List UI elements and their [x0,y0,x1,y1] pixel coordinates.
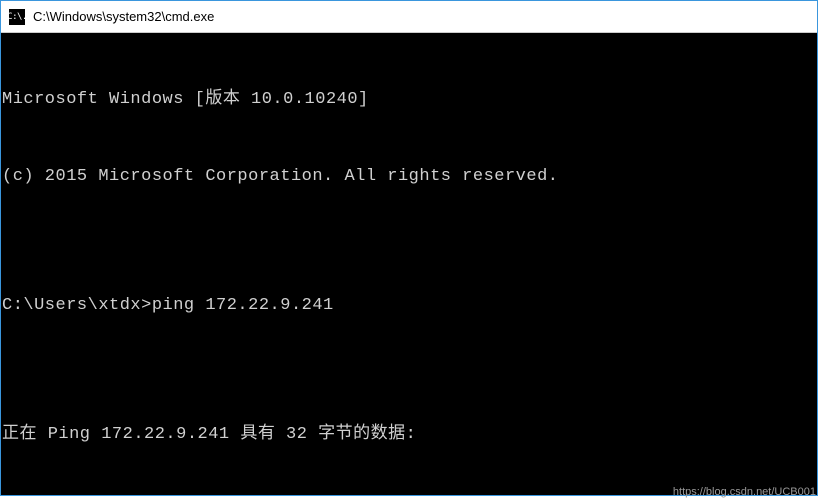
cmd-icon: C:\. [9,9,25,25]
cmd-window: C:\. C:\Windows\system32\cmd.exe Microso… [0,0,818,496]
terminal-line: C:\Users\xtdx>ping 172.22.9.241 [2,293,816,319]
watermark-text: https://blog.csdn.net/UCB001 [673,486,816,498]
terminal-output[interactable]: Microsoft Windows [版本 10.0.10240] (c) 20… [1,33,817,495]
titlebar[interactable]: C:\. C:\Windows\system32\cmd.exe [1,1,817,33]
window-title: C:\Windows\system32\cmd.exe [33,9,214,24]
terminal-line: (c) 2015 Microsoft Corporation. All righ… [2,164,816,190]
terminal-line: 正在 Ping 172.22.9.241 具有 32 字节的数据: [2,422,816,448]
terminal-line: Microsoft Windows [版本 10.0.10240] [2,87,816,113]
